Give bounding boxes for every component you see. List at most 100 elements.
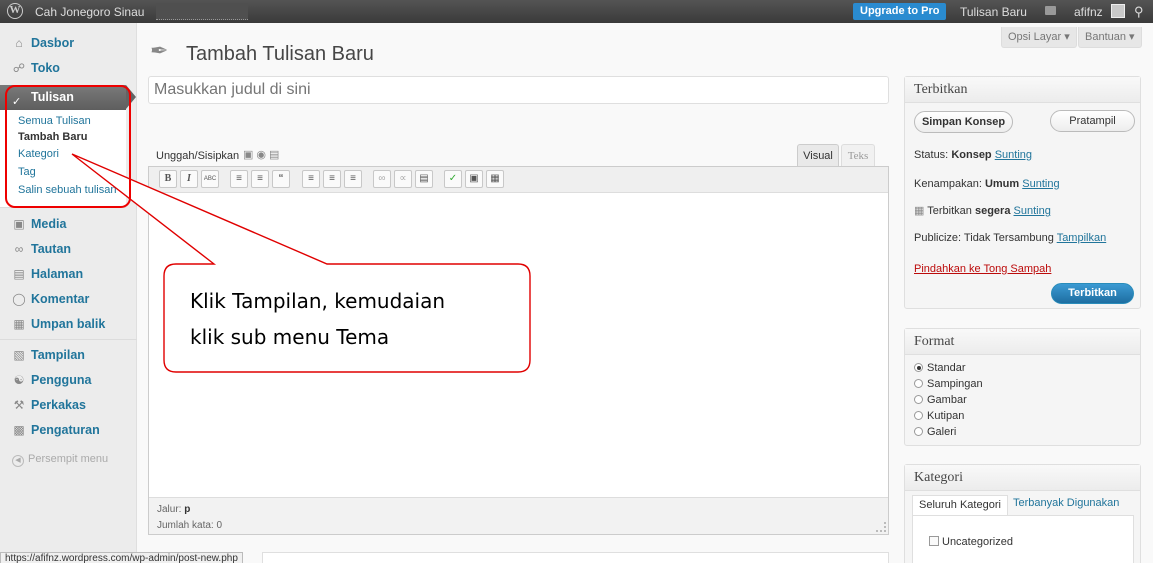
menu-item-halaman[interactable]: ▤ Halaman bbox=[0, 261, 137, 287]
save-draft-button[interactable]: Simpan Konsep bbox=[914, 111, 1013, 133]
settings-icon: ▩ bbox=[13, 423, 25, 437]
format-option-kutipan[interactable]: Kutipan bbox=[914, 410, 964, 422]
upgrade-button[interactable]: Upgrade to Pro bbox=[853, 3, 947, 20]
preview-button[interactable]: Pratampil bbox=[1050, 110, 1135, 132]
menu-item-umpan-balik[interactable]: ▦ Umpan balik bbox=[0, 311, 137, 337]
strikethrough-button[interactable]: ABC bbox=[201, 170, 219, 188]
menu-item-tampilan[interactable]: ▧ Tampilan bbox=[0, 342, 137, 368]
editor-toolbar: B I ABC ≡ ≡ “ ≡ ≡ ≡ ∞ ∝ ▤ ✓ ▣ ▦ bbox=[149, 167, 888, 193]
avatar[interactable] bbox=[1111, 4, 1125, 18]
format-option-standar[interactable]: Standar bbox=[914, 362, 966, 374]
edit-schedule-link[interactable]: Sunting bbox=[1014, 205, 1051, 217]
edit-visibility-link[interactable]: Sunting bbox=[1022, 178, 1059, 190]
help-button[interactable]: Bantuan ▾ bbox=[1078, 27, 1142, 48]
align-left-button[interactable]: ≡ bbox=[302, 170, 320, 188]
menu-item-perkakas[interactable]: ⚒ Perkakas bbox=[0, 392, 137, 418]
category-item[interactable]: Uncategorized bbox=[929, 536, 1013, 548]
element-path: Jalur: p bbox=[157, 504, 191, 515]
publicize-status: Publicize: Tidak Tersambung Tampilkan bbox=[914, 232, 1107, 244]
menu-item-pengguna[interactable]: ☯ Pengguna bbox=[0, 367, 137, 393]
radio[interactable] bbox=[914, 411, 923, 420]
format-box-title: Format bbox=[905, 329, 1140, 355]
fullscreen-button[interactable]: ▣ bbox=[465, 170, 483, 188]
feedback-icon: ▦ bbox=[13, 317, 25, 331]
publish-box-title: Terbitkan bbox=[905, 77, 1140, 103]
publish-schedule: ▦ Terbitkan segera Sunting bbox=[914, 205, 1051, 217]
tab-most-used[interactable]: Terbanyak Digunakan bbox=[1013, 497, 1119, 509]
admin-bar: W Cah Jonegoro Sinau Upgrade to Pro Tuli… bbox=[0, 0, 1153, 23]
category-box-title: Kategori bbox=[905, 465, 1140, 491]
screen-options-button[interactable]: Opsi Layar ▾ bbox=[1001, 27, 1077, 48]
radio[interactable] bbox=[914, 427, 923, 436]
menu-item-pengaturan[interactable]: ▩ Pengaturan bbox=[0, 417, 137, 443]
post-title-input[interactable] bbox=[148, 76, 889, 104]
below-editor-box bbox=[262, 552, 889, 563]
tab-text[interactable]: Teks bbox=[841, 144, 875, 167]
show-publicize-link[interactable]: Tampilkan bbox=[1057, 232, 1107, 244]
highlight-circle bbox=[5, 85, 131, 208]
page-title: Tambah Tulisan Baru bbox=[186, 43, 374, 65]
format-box: Format Standar Sampingan Gambar Kutipan … bbox=[904, 328, 1141, 446]
edit-status-link[interactable]: Sunting bbox=[995, 149, 1032, 161]
format-option-sampingan[interactable]: Sampingan bbox=[914, 378, 983, 390]
wordpress-logo-icon[interactable]: W bbox=[7, 3, 23, 19]
media-upload-icons[interactable]: ▣◉▤ bbox=[243, 148, 282, 161]
unlink-button[interactable]: ∝ bbox=[394, 170, 412, 188]
collapse-menu-button[interactable]: ◀ Persempit menu bbox=[12, 453, 108, 467]
publish-button[interactable]: Terbitkan bbox=[1051, 283, 1134, 304]
bold-button[interactable]: B bbox=[159, 170, 177, 188]
cart-icon: ☍ bbox=[12, 61, 26, 75]
menu-item-media[interactable]: ▣ Media bbox=[0, 211, 137, 237]
menu-item-toko[interactable]: ☍ Toko bbox=[0, 55, 137, 81]
category-box: Kategori Seluruh Kategori Terbanyak Digu… bbox=[904, 464, 1141, 563]
menu-item-tautan[interactable]: ∞ Tautan bbox=[0, 236, 137, 262]
editor-status-bar: Jalur: p Jumlah kata: 0 bbox=[149, 497, 888, 534]
category-list: Uncategorized bbox=[912, 515, 1134, 563]
search-icon[interactable]: ⚲ bbox=[1134, 4, 1148, 19]
browser-status-url: https://afifnz.wordpress.com/wp-admin/po… bbox=[0, 552, 243, 563]
move-to-trash-link[interactable]: Pindahkan ke Tong Sampah bbox=[914, 263, 1051, 275]
post-visibility: Kenampakan: Umum Sunting bbox=[914, 178, 1060, 190]
link-icon: ∞ bbox=[14, 242, 24, 256]
media-icon: ▣ bbox=[13, 217, 25, 231]
new-post-link[interactable]: Tulisan Baru bbox=[960, 5, 1027, 19]
checkbox[interactable] bbox=[929, 536, 939, 546]
adminbar-search-field[interactable] bbox=[156, 3, 248, 20]
bullet-list-button[interactable]: ≡ bbox=[230, 170, 248, 188]
user-menu[interactable]: afifnz bbox=[1074, 5, 1103, 19]
publish-box: Terbitkan Simpan Konsep Pratampil Status… bbox=[904, 76, 1141, 309]
blockquote-button[interactable]: “ bbox=[272, 170, 290, 188]
spellcheck-button[interactable]: ✓ bbox=[444, 170, 462, 188]
menu-separator bbox=[0, 339, 137, 340]
italic-button[interactable]: I bbox=[180, 170, 198, 188]
tab-visual[interactable]: Visual bbox=[797, 144, 839, 167]
insert-link-button[interactable]: ∞ bbox=[373, 170, 391, 188]
menu-item-dasbor[interactable]: ⌂ Dasbor bbox=[0, 30, 137, 56]
kitchen-sink-button[interactable]: ▦ bbox=[486, 170, 504, 188]
format-option-galeri[interactable]: Galeri bbox=[914, 426, 956, 438]
radio[interactable] bbox=[914, 379, 923, 388]
word-count: Jumlah kata: 0 bbox=[157, 520, 223, 531]
callout-text: Klik Tampilan, kemudaian klik sub menu T… bbox=[190, 289, 446, 349]
appearance-icon: ▧ bbox=[13, 348, 25, 362]
radio-selected[interactable] bbox=[914, 363, 923, 372]
tab-all-categories[interactable]: Seluruh Kategori bbox=[912, 495, 1008, 515]
numbered-list-button[interactable]: ≡ bbox=[251, 170, 269, 188]
format-option-gambar[interactable]: Gambar bbox=[914, 394, 967, 406]
post-status: Status: Konsep Sunting bbox=[914, 149, 1033, 161]
comment-icon: ◯ bbox=[12, 292, 26, 306]
notifications-icon[interactable] bbox=[1045, 6, 1056, 15]
page-icon: ▤ bbox=[13, 267, 25, 281]
menu-item-komentar[interactable]: ◯ Komentar bbox=[0, 286, 137, 312]
collapse-arrow-icon: ◀ bbox=[12, 455, 24, 467]
pushpin-icon: ✒ bbox=[150, 38, 169, 63]
tools-icon: ⚒ bbox=[13, 398, 25, 412]
resize-grip-icon[interactable] bbox=[876, 522, 886, 532]
upload-insert-label: Unggah/Sisipkan bbox=[156, 150, 240, 162]
align-center-button[interactable]: ≡ bbox=[323, 170, 341, 188]
site-name-link[interactable]: Cah Jonegoro Sinau bbox=[35, 5, 144, 19]
align-right-button[interactable]: ≡ bbox=[344, 170, 362, 188]
more-tag-button[interactable]: ▤ bbox=[415, 170, 433, 188]
users-icon: ☯ bbox=[13, 373, 25, 387]
radio[interactable] bbox=[914, 395, 923, 404]
